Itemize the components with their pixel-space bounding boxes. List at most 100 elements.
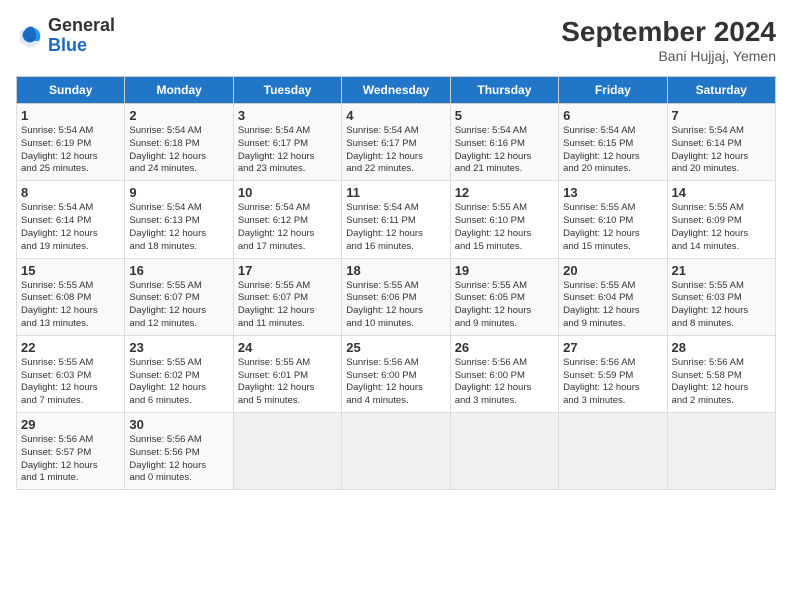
day-number: 11 — [346, 185, 445, 200]
table-row: 11Sunrise: 5:54 AM Sunset: 6:11 PM Dayli… — [342, 181, 450, 258]
day-info: Sunrise: 5:55 AM Sunset: 6:10 PM Dayligh… — [455, 202, 554, 253]
table-row: 26Sunrise: 5:56 AM Sunset: 6:00 PM Dayli… — [450, 335, 558, 412]
calendar-week-1: 8Sunrise: 5:54 AM Sunset: 6:14 PM Daylig… — [17, 181, 776, 258]
title-section: September 2024 Bani Hujjaj, Yemen — [561, 16, 776, 64]
header-tuesday: Tuesday — [233, 77, 341, 104]
day-number: 22 — [21, 340, 120, 355]
day-info: Sunrise: 5:54 AM Sunset: 6:15 PM Dayligh… — [563, 125, 662, 176]
logo-text: General Blue — [48, 16, 115, 56]
table-row: 14 Sunrise: 5:55 AM Sunset: 6:09 PM Dayli… — [667, 181, 775, 258]
day-info: Sunrise: 5:54 AM Sunset: 6:14 PM Dayligh… — [672, 125, 771, 176]
day-info: Sunrise: 5:55 AM Sunset: 6:06 PM Dayligh… — [346, 280, 445, 331]
day-info: Sunrise: 5:54 AM Sunset: 6:17 PM Dayligh… — [346, 125, 445, 176]
day-info: Sunrise: 5:54 AM Sunset: 6:12 PM Dayligh… — [238, 202, 337, 253]
day-info: Sunrise: 5:56 AM Sunset: 6:00 PM Dayligh… — [455, 357, 554, 408]
day-number: 20 — [563, 263, 662, 278]
day-number: 7 — [672, 108, 771, 123]
day-info: Sunrise: 5:56 AM Sunset: 5:56 PM Dayligh… — [129, 434, 228, 485]
day-info: Sunrise: 5:55 AM Sunset: 6:05 PM Dayligh… — [455, 280, 554, 331]
table-row: 12Sunrise: 5:55 AM Sunset: 6:10 PM Dayli… — [450, 181, 558, 258]
table-row — [450, 413, 558, 490]
day-info: Sunrise: 5:55 AM Sunset: 6:09 PM Dayligh… — [672, 202, 771, 253]
calendar-week-0: 1 Sunrise: 5:54 AM Sunset: 6:19 PM Daylig… — [17, 104, 776, 181]
day-info: Sunrise: 5:55 AM Sunset: 6:07 PM Dayligh… — [238, 280, 337, 331]
day-number: 2 — [129, 108, 228, 123]
table-row: 25Sunrise: 5:56 AM Sunset: 6:00 PM Dayli… — [342, 335, 450, 412]
day-number: 24 — [238, 340, 337, 355]
table-row: 16 Sunrise: 5:55 AM Sunset: 6:07 PM Dayli… — [125, 258, 233, 335]
header-monday: Monday — [125, 77, 233, 104]
table-row: 5 Sunrise: 5:54 AM Sunset: 6:16 PM Daylig… — [450, 104, 558, 181]
day-info: Sunrise: 5:55 AM Sunset: 6:07 PM Dayligh… — [129, 280, 228, 331]
header-sunday: Sunday — [17, 77, 125, 104]
header-saturday: Saturday — [667, 77, 775, 104]
day-number: 27 — [563, 340, 662, 355]
day-info: Sunrise: 5:54 AM Sunset: 6:16 PM Dayligh… — [455, 125, 554, 176]
day-number: 19 — [455, 263, 554, 278]
day-info: Sunrise: 5:55 AM Sunset: 6:08 PM Dayligh… — [21, 280, 120, 331]
day-number: 16 — [129, 263, 228, 278]
day-number: 3 — [238, 108, 337, 123]
day-info: Sunrise: 5:54 AM Sunset: 6:19 PM Dayligh… — [21, 125, 120, 176]
table-row: 30 Sunrise: 5:56 AM Sunset: 5:56 PM Dayli… — [125, 413, 233, 490]
day-number: 10 — [238, 185, 337, 200]
logo-icon — [16, 22, 44, 50]
table-row: 17Sunrise: 5:55 AM Sunset: 6:07 PM Dayli… — [233, 258, 341, 335]
day-info: Sunrise: 5:55 AM Sunset: 6:03 PM Dayligh… — [21, 357, 120, 408]
table-row: 24 Sunrise: 5:55 AM Sunset: 6:01 PM Dayli… — [233, 335, 341, 412]
header-thursday: Thursday — [450, 77, 558, 104]
day-number: 9 — [129, 185, 228, 200]
table-row: 22 Sunrise: 5:55 AM Sunset: 6:03 PM Dayli… — [17, 335, 125, 412]
day-number: 6 — [563, 108, 662, 123]
day-info: Sunrise: 5:55 AM Sunset: 6:10 PM Dayligh… — [563, 202, 662, 253]
day-info: Sunrise: 5:54 AM Sunset: 6:13 PM Dayligh… — [129, 202, 228, 253]
calendar-table: SundayMondayTuesdayWednesdayThursdayFrid… — [16, 76, 776, 490]
table-row: 27 Sunrise: 5:56 AM Sunset: 5:59 PM Dayli… — [559, 335, 667, 412]
table-row: 1 Sunrise: 5:54 AM Sunset: 6:19 PM Daylig… — [17, 104, 125, 181]
table-row: 13Sunrise: 5:55 AM Sunset: 6:10 PM Dayli… — [559, 181, 667, 258]
table-row: 23Sunrise: 5:55 AM Sunset: 6:02 PM Dayli… — [125, 335, 233, 412]
table-row: 28 Sunrise: 5:56 AM Sunset: 5:58 PM Dayli… — [667, 335, 775, 412]
calendar-header-row: SundayMondayTuesdayWednesdayThursdayFrid… — [17, 77, 776, 104]
day-number: 21 — [672, 263, 771, 278]
table-row: 2 Sunrise: 5:54 AM Sunset: 6:18 PM Daylig… — [125, 104, 233, 181]
day-info: Sunrise: 5:55 AM Sunset: 6:02 PM Dayligh… — [129, 357, 228, 408]
calendar-week-3: 22 Sunrise: 5:55 AM Sunset: 6:03 PM Dayli… — [17, 335, 776, 412]
day-number: 8 — [21, 185, 120, 200]
day-number: 30 — [129, 417, 228, 432]
day-number: 4 — [346, 108, 445, 123]
calendar-week-2: 15Sunrise: 5:55 AM Sunset: 6:08 PM Dayli… — [17, 258, 776, 335]
day-info: Sunrise: 5:56 AM Sunset: 5:58 PM Dayligh… — [672, 357, 771, 408]
day-info: Sunrise: 5:56 AM Sunset: 5:57 PM Dayligh… — [21, 434, 120, 485]
table-row: 3 Sunrise: 5:54 AM Sunset: 6:17 PM Daylig… — [233, 104, 341, 181]
table-row — [233, 413, 341, 490]
table-row — [342, 413, 450, 490]
table-row — [667, 413, 775, 490]
day-number: 29 — [21, 417, 120, 432]
day-info: Sunrise: 5:54 AM Sunset: 6:17 PM Dayligh… — [238, 125, 337, 176]
location: Bani Hujjaj, Yemen — [561, 48, 776, 64]
day-info: Sunrise: 5:55 AM Sunset: 6:03 PM Dayligh… — [672, 280, 771, 331]
table-row: 15Sunrise: 5:55 AM Sunset: 6:08 PM Dayli… — [17, 258, 125, 335]
day-number: 5 — [455, 108, 554, 123]
table-row: 7 Sunrise: 5:54 AM Sunset: 6:14 PM Daylig… — [667, 104, 775, 181]
logo: General Blue — [16, 16, 115, 56]
table-row: 6 Sunrise: 5:54 AM Sunset: 6:15 PM Daylig… — [559, 104, 667, 181]
day-number: 28 — [672, 340, 771, 355]
day-info: Sunrise: 5:55 AM Sunset: 6:01 PM Dayligh… — [238, 357, 337, 408]
day-info: Sunrise: 5:56 AM Sunset: 6:00 PM Dayligh… — [346, 357, 445, 408]
month-title: September 2024 — [561, 16, 776, 48]
table-row: 19 Sunrise: 5:55 AM Sunset: 6:05 PM Dayli… — [450, 258, 558, 335]
header-friday: Friday — [559, 77, 667, 104]
table-row: 4 Sunrise: 5:54 AM Sunset: 6:17 PM Daylig… — [342, 104, 450, 181]
day-number: 14 — [672, 185, 771, 200]
table-row: 18Sunrise: 5:55 AM Sunset: 6:06 PM Dayli… — [342, 258, 450, 335]
page-header: General Blue September 2024 Bani Hujjaj,… — [16, 16, 776, 64]
day-info: Sunrise: 5:54 AM Sunset: 6:18 PM Dayligh… — [129, 125, 228, 176]
table-row: 29 Sunrise: 5:56 AM Sunset: 5:57 PM Dayli… — [17, 413, 125, 490]
day-number: 1 — [21, 108, 120, 123]
day-info: Sunrise: 5:55 AM Sunset: 6:04 PM Dayligh… — [563, 280, 662, 331]
day-info: Sunrise: 5:56 AM Sunset: 5:59 PM Dayligh… — [563, 357, 662, 408]
calendar-week-4: 29 Sunrise: 5:56 AM Sunset: 5:57 PM Dayli… — [17, 413, 776, 490]
table-row: 20 Sunrise: 5:55 AM Sunset: 6:04 PM Dayli… — [559, 258, 667, 335]
